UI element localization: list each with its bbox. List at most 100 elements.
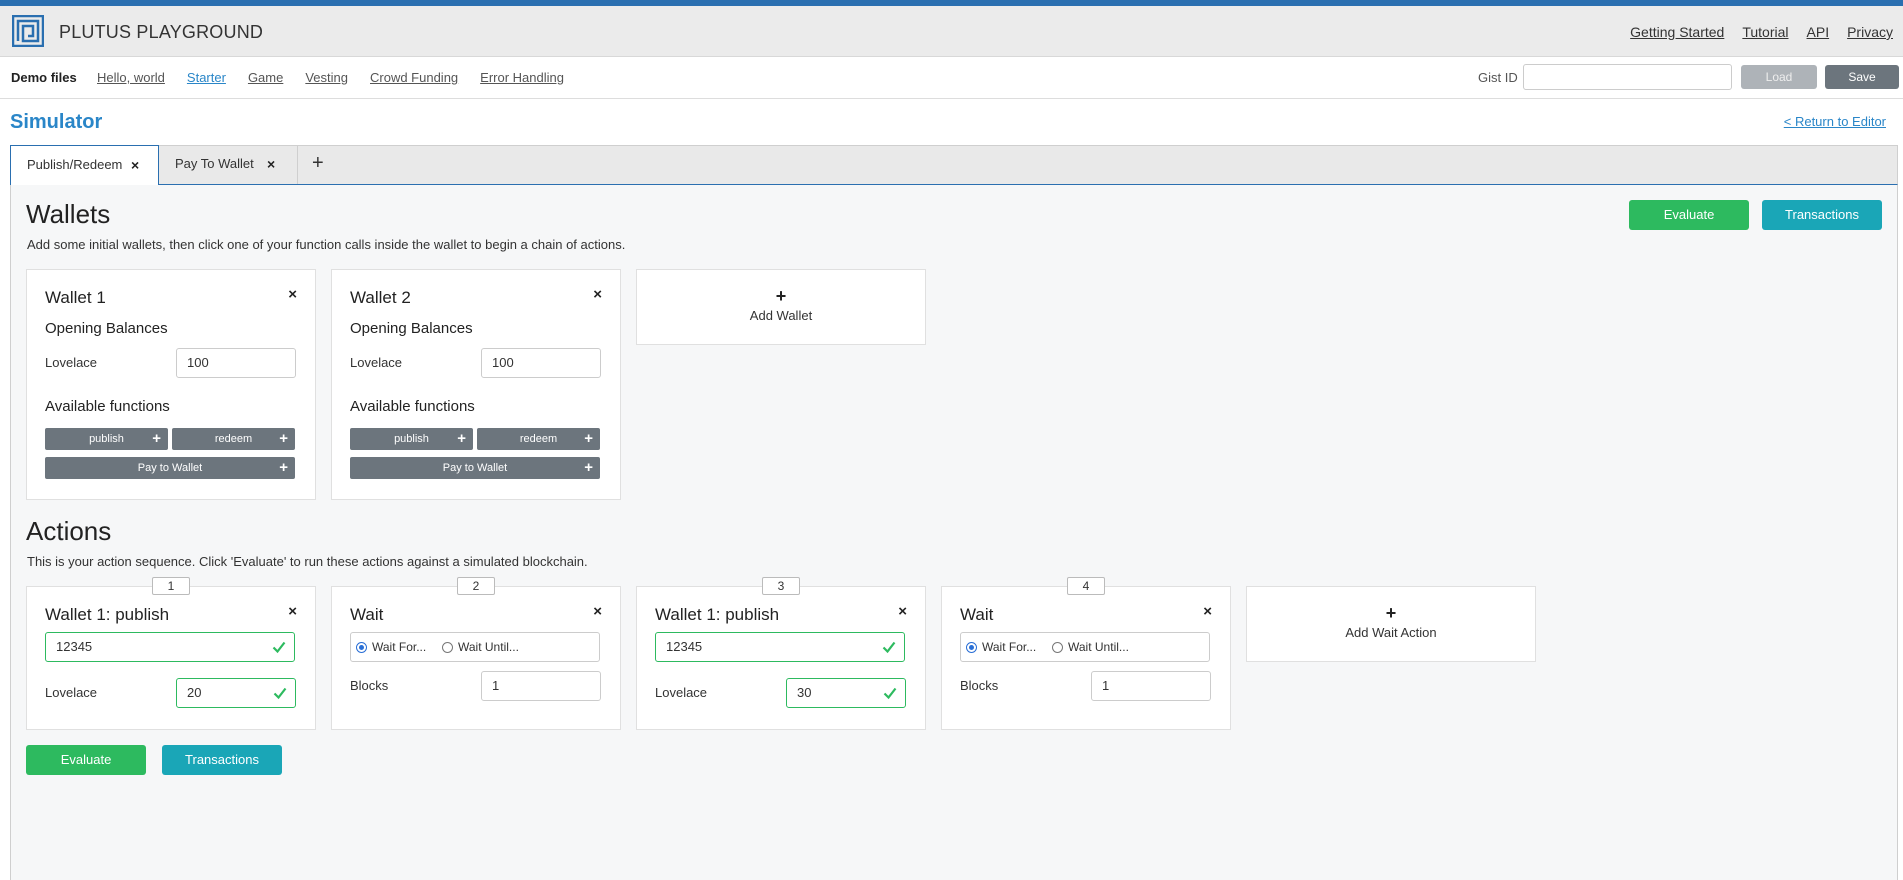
balance-currency-label: Lovelace bbox=[350, 355, 403, 370]
available-functions-heading: Available functions bbox=[45, 398, 170, 415]
valid-check-icon bbox=[272, 641, 286, 654]
opening-balances-heading: Opening Balances bbox=[45, 320, 168, 337]
demo-files-label: Demo files bbox=[11, 70, 77, 85]
action-title: Wallet 1: publish bbox=[655, 605, 780, 624]
close-tab-icon[interactable]: × bbox=[131, 146, 139, 184]
load-button[interactable]: Load bbox=[1741, 65, 1817, 89]
valid-check-icon bbox=[882, 641, 896, 654]
plutus-logo-icon bbox=[12, 15, 44, 47]
save-button[interactable]: Save bbox=[1825, 65, 1899, 89]
action-sequence-number: 3 bbox=[762, 577, 800, 595]
remove-action-icon[interactable]: × bbox=[288, 603, 297, 620]
plus-icon: + bbox=[584, 459, 593, 476]
wait-for-radio[interactable] bbox=[966, 642, 977, 653]
remove-wallet-icon[interactable]: × bbox=[288, 286, 297, 303]
plus-icon: + bbox=[775, 286, 787, 306]
function-publish-button[interactable]: publish + bbox=[45, 428, 168, 450]
wait-until-label[interactable]: Wait Until... bbox=[458, 640, 519, 654]
wait-until-label[interactable]: Wait Until... bbox=[1068, 640, 1129, 654]
valid-check-icon bbox=[883, 687, 897, 700]
action-card: 4 Wait × Wait For... Wait Until... Block… bbox=[941, 577, 1231, 730]
demo-link-game[interactable]: Game bbox=[248, 70, 283, 85]
wait-until-radio[interactable] bbox=[442, 642, 453, 653]
function-redeem-button[interactable]: redeem + bbox=[172, 428, 295, 450]
demo-link-error-handling[interactable]: Error Handling bbox=[480, 70, 564, 85]
blocks-label: Blocks bbox=[350, 678, 389, 693]
nav-api[interactable]: API bbox=[1807, 24, 1830, 40]
wait-until-radio[interactable] bbox=[1052, 642, 1063, 653]
function-redeem-button[interactable]: redeem + bbox=[477, 428, 600, 450]
evaluate-button-bottom[interactable]: Evaluate bbox=[26, 745, 146, 775]
action-card: 3 Wallet 1: publish × 12345 Lovelace 30 bbox=[636, 577, 926, 730]
tab-bar: Publish/Redeem × Pay To Wallet × + bbox=[10, 145, 1898, 186]
demo-link-hello-world[interactable]: Hello, world bbox=[97, 70, 165, 85]
add-wallet-label: Add Wallet bbox=[749, 308, 813, 323]
wait-for-label[interactable]: Wait For... bbox=[982, 640, 1036, 654]
close-tab-icon[interactable]: × bbox=[267, 145, 275, 183]
action-amount-input[interactable]: 20 bbox=[176, 678, 296, 708]
actions-description: This is your action sequence. Click 'Eva… bbox=[27, 554, 588, 569]
plus-icon: + bbox=[152, 430, 161, 447]
add-tab-icon[interactable]: + bbox=[312, 152, 324, 175]
action-amount-input[interactable]: 30 bbox=[786, 678, 906, 708]
function-pay-to-wallet-button[interactable]: Pay to Wallet + bbox=[45, 457, 295, 479]
demo-links: Hello, world Starter Game Vesting Crowd … bbox=[97, 70, 564, 85]
actions-heading: Actions bbox=[26, 516, 112, 546]
app-header: PLUTUS PLAYGROUND Getting Started Tutori… bbox=[0, 6, 1903, 57]
plus-icon: + bbox=[279, 459, 288, 476]
wait-mode-selector: Wait For... Wait Until... bbox=[350, 632, 600, 662]
evaluate-button-top[interactable]: Evaluate bbox=[1629, 200, 1749, 230]
plus-icon: + bbox=[457, 430, 466, 447]
add-wait-action-card[interactable]: + Add Wait Action bbox=[1246, 586, 1536, 662]
balance-currency-label: Lovelace bbox=[45, 355, 98, 370]
wait-for-label[interactable]: Wait For... bbox=[372, 640, 426, 654]
wallet-card: Wallet 1 × Opening Balances Lovelace 100… bbox=[26, 269, 316, 500]
blocks-label: Blocks bbox=[960, 678, 999, 693]
action-title: Wait bbox=[960, 605, 994, 624]
blocks-input[interactable]: 1 bbox=[481, 671, 601, 701]
tab-pay-to-wallet[interactable]: Pay To Wallet × bbox=[159, 145, 297, 185]
nav-getting-started[interactable]: Getting Started bbox=[1630, 24, 1724, 40]
plus-icon: + bbox=[279, 430, 288, 447]
action-argument-input[interactable]: 12345 bbox=[45, 632, 295, 662]
return-to-editor-link[interactable]: < Return to Editor bbox=[1784, 114, 1886, 129]
wait-for-radio[interactable] bbox=[356, 642, 367, 653]
action-argument-input[interactable]: 12345 bbox=[655, 632, 905, 662]
demo-link-vesting[interactable]: Vesting bbox=[305, 70, 348, 85]
add-wait-action-label: Add Wait Action bbox=[1345, 625, 1437, 640]
gist-id-input[interactable] bbox=[1523, 64, 1732, 90]
add-wallet-card[interactable]: + Add Wallet bbox=[636, 269, 926, 345]
transactions-button-top[interactable]: Transactions bbox=[1762, 200, 1882, 230]
action-title: Wallet 1: publish bbox=[45, 605, 170, 624]
remove-action-icon[interactable]: × bbox=[593, 603, 602, 620]
demo-link-starter[interactable]: Starter bbox=[187, 70, 226, 85]
action-title: Wait bbox=[350, 605, 384, 624]
action-card: 2 Wait × Wait For... Wait Until... Block… bbox=[331, 577, 621, 730]
nav-privacy[interactable]: Privacy bbox=[1847, 24, 1893, 40]
tab-publish-redeem[interactable]: Publish/Redeem × bbox=[10, 145, 159, 186]
action-sequence-number: 4 bbox=[1067, 577, 1105, 595]
plus-icon: + bbox=[1385, 603, 1397, 623]
tab-label: Publish/Redeem bbox=[27, 157, 123, 172]
function-publish-button[interactable]: publish + bbox=[350, 428, 473, 450]
balance-amount-input[interactable]: 100 bbox=[481, 348, 601, 378]
transactions-button-bottom[interactable]: Transactions bbox=[162, 745, 282, 775]
tab-divider bbox=[297, 146, 298, 184]
function-pay-to-wallet-button[interactable]: Pay to Wallet + bbox=[350, 457, 600, 479]
top-nav: Getting Started Tutorial API Privacy bbox=[1630, 24, 1893, 40]
valid-check-icon bbox=[273, 687, 287, 700]
balance-amount-input[interactable]: 100 bbox=[176, 348, 296, 378]
wait-mode-selector: Wait For... Wait Until... bbox=[960, 632, 1210, 662]
action-currency-label: Lovelace bbox=[655, 685, 708, 700]
blocks-input[interactable]: 1 bbox=[1091, 671, 1211, 701]
page-title: Simulator bbox=[10, 111, 103, 133]
remove-action-icon[interactable]: × bbox=[1203, 603, 1212, 620]
nav-tutorial[interactable]: Tutorial bbox=[1742, 24, 1788, 40]
remove-wallet-icon[interactable]: × bbox=[593, 286, 602, 303]
demo-link-crowd-funding[interactable]: Crowd Funding bbox=[370, 70, 458, 85]
wallet-title: Wallet 1 bbox=[45, 288, 106, 307]
action-sequence-number: 2 bbox=[457, 577, 495, 595]
remove-action-icon[interactable]: × bbox=[898, 603, 907, 620]
action-currency-label: Lovelace bbox=[45, 685, 98, 700]
plus-icon: + bbox=[584, 430, 593, 447]
